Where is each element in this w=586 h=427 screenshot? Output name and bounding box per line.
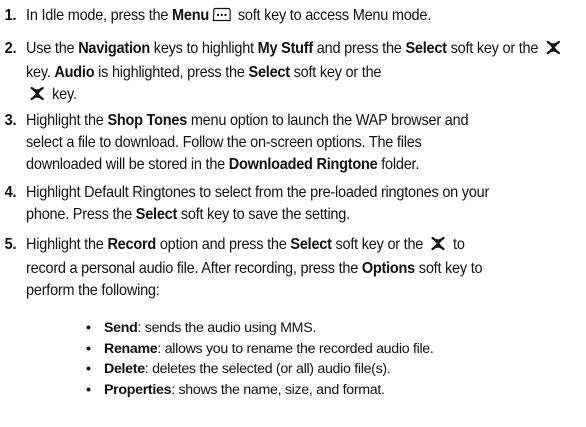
option-item: • Send: sends the audio using MMS. xyxy=(0,318,434,339)
text-run: to xyxy=(449,236,465,253)
step-4: 4. Highlight Default Ringtones to select … xyxy=(0,182,586,226)
bullet-icon: • xyxy=(86,340,91,357)
bold-term: Select xyxy=(135,206,178,223)
option-term: Delete xyxy=(104,361,145,377)
text-run: soft key or the xyxy=(331,236,427,253)
text-run: and press the xyxy=(312,40,406,57)
bold-term: Select xyxy=(248,64,290,81)
text-run: folder. xyxy=(377,156,420,173)
option-description: : sends the audio using MMS. xyxy=(137,320,317,336)
step-text: Highlight Default Ringtones to select fr… xyxy=(26,184,489,223)
step-text: In Idle mode, press the Menu soft key to… xyxy=(26,7,431,24)
instructions-document: 1. In Idle mode, press the Menu soft key … xyxy=(0,0,586,427)
text-run: soft key or the xyxy=(289,64,382,81)
text-run: Highlight Default Ringtones to select fr… xyxy=(26,184,490,201)
step-number: 1. xyxy=(4,7,17,24)
bold-term: Audio xyxy=(54,64,95,81)
bullet-icon: • xyxy=(86,320,91,336)
select-key-icon xyxy=(430,236,447,258)
text-run: soft key or the xyxy=(446,40,542,57)
step-number: 5. xyxy=(4,236,17,253)
text-run: soft key to save the setting. xyxy=(177,206,350,223)
text-run: key. xyxy=(26,64,55,81)
option-description: : shows the name, size, and format. xyxy=(171,381,385,398)
select-key-icon xyxy=(545,40,562,62)
bold-term: Shop Tones xyxy=(107,112,188,129)
step-1: 1. In Idle mode, press the Menu soft key … xyxy=(0,5,586,29)
menu-softkey-icon xyxy=(212,7,232,29)
text-run: soft key to access Menu mode. xyxy=(234,7,432,24)
step-3: 3. Highlight the Shop Tones menu option t… xyxy=(0,110,586,176)
text-run: option and press the xyxy=(156,236,291,253)
option-description: : allows you to rename the recorded audi… xyxy=(157,340,434,357)
step-text: Highlight the Record option and press th… xyxy=(26,236,483,299)
option-item: • Properties: shows the name, size, and f… xyxy=(0,380,434,401)
option-description: : deletes the selected (or all) audio fi… xyxy=(144,361,391,377)
bold-term: Select xyxy=(405,40,447,57)
text-run: Highlight the xyxy=(26,236,108,253)
step-2: 2. Use the Navigation keys to highlight M… xyxy=(0,38,586,108)
text-run: keys to highlight xyxy=(150,40,258,57)
text-run: is highlighted, press the xyxy=(94,64,249,81)
step-number: 4. xyxy=(4,184,17,201)
step-text: Highlight the Shop Tones menu option to … xyxy=(26,112,468,173)
bullet-icon: • xyxy=(86,381,91,398)
step-text: Use the Navigation keys to highlight My … xyxy=(26,40,564,103)
record-options-list: • Send: sends the audio using MMS. • Rename… xyxy=(0,318,434,400)
text-run: phone. Press the xyxy=(26,206,136,223)
option-term: Properties xyxy=(104,381,172,398)
text-run: record a personal audio file. After reco… xyxy=(26,260,362,277)
step-number: 2. xyxy=(4,40,17,57)
text-run: menu option to launch the WAP browser an… xyxy=(187,112,469,129)
bold-term: Select xyxy=(290,236,332,253)
bold-term: Menu xyxy=(172,7,209,24)
bold-term: Record xyxy=(107,236,157,253)
bold-term: Navigation xyxy=(78,40,151,57)
text-run: In Idle mode, press the xyxy=(26,7,173,24)
text-run: Use the xyxy=(26,40,79,57)
select-key-icon xyxy=(29,86,46,108)
option-item: • Rename: allows you to rename the record… xyxy=(0,339,434,360)
bold-term: My Stuff xyxy=(257,40,314,57)
text-run: perform the following: xyxy=(26,282,160,299)
bold-term: Downloaded Ringtone xyxy=(228,156,378,173)
text-run: soft key to xyxy=(414,260,483,277)
text-run: select a file to download. Follow the on… xyxy=(26,134,422,151)
text-run: Highlight the xyxy=(26,112,108,129)
step-5: 5. Highlight the Record option and press … xyxy=(0,234,586,302)
bold-term: Options xyxy=(361,260,415,277)
option-item: • Delete: deletes the selected (or all) a… xyxy=(0,359,434,380)
option-term: Rename xyxy=(104,340,158,357)
text-run: key. xyxy=(48,86,77,103)
text-run: downloaded will be stored in the xyxy=(26,156,229,173)
step-number: 3. xyxy=(4,112,17,129)
bullet-icon: • xyxy=(86,361,91,377)
option-term: Send xyxy=(104,320,138,336)
